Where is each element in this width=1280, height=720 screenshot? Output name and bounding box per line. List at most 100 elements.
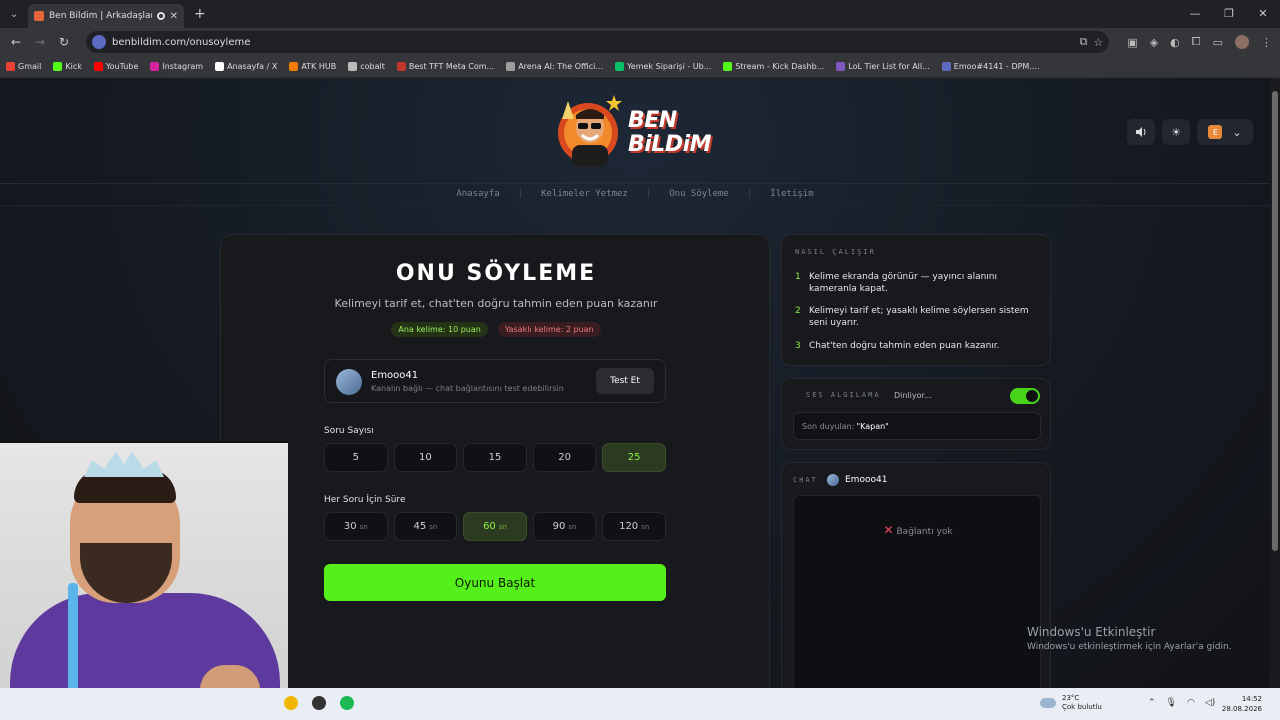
tray-chevron-up-icon[interactable]: ⌃ [1148, 698, 1156, 708]
app-taskbar-icon[interactable] [312, 696, 326, 710]
channel-name: Emooo41 [371, 370, 419, 381]
step-number: 2 [795, 306, 801, 316]
question-count-option[interactable]: 5 [324, 443, 388, 472]
nav-link-kelimeler-yetmez[interactable]: Kelimeler Yetmez [541, 189, 628, 199]
nav-link-home[interactable]: Anasayfa [456, 189, 499, 199]
error-x-icon: ✕ [883, 523, 894, 537]
extension-icon[interactable]: ◈ [1150, 36, 1158, 49]
chat-user-name: Emooo41 [845, 475, 888, 485]
bookmark-label: LoL Tier List for All... [848, 62, 930, 71]
question-count-option[interactable]: 25 [602, 443, 666, 472]
sun-icon: ☀ [1171, 125, 1181, 139]
cloud-icon [1040, 698, 1056, 708]
wifi-icon[interactable]: ◠ [1187, 698, 1195, 708]
side-panel-icon[interactable]: ▭ [1213, 36, 1223, 49]
how-step: 2 Kelimeyi tarif et; yasaklı kelime söyl… [795, 305, 1045, 329]
bookmark-label: cobalt [360, 62, 385, 71]
forward-arrow-icon[interactable]: → [32, 35, 48, 49]
time-option[interactable]: 30 sn [324, 512, 388, 541]
main-word-points-badge: Ana kelime: 10 puan [391, 322, 488, 337]
back-arrow-icon[interactable]: ← [8, 35, 24, 49]
time-option-value: 30 [343, 521, 357, 532]
question-count-option[interactable]: 20 [532, 443, 597, 472]
recording-indicator-icon [156, 12, 165, 20]
nav-separator: | [517, 189, 524, 199]
question-count-option[interactable]: 10 [393, 443, 458, 472]
bookmark-item[interactable]: Kick [53, 62, 82, 71]
site-info-icon[interactable] [92, 35, 106, 49]
time-option[interactable]: 60 sn [463, 512, 527, 541]
bookmark-item[interactable]: Anasayfa / X [215, 62, 277, 71]
extension-icon[interactable]: ◐ [1170, 36, 1180, 49]
bookmark-item[interactable]: Yemek Siparişi - Ub... [614, 62, 711, 71]
voice-detection-toggle[interactable] [1010, 388, 1040, 404]
time-option[interactable]: 45 sn [393, 512, 458, 541]
url-text[interactable]: benbildim.com/onusoyleme [112, 37, 1074, 48]
header-divider [0, 183, 1270, 184]
address-bar[interactable]: benbildim.com/onusoyleme ⧉ ☆ [86, 31, 1110, 53]
extension-icon[interactable]: ▣ [1127, 36, 1137, 49]
bookmark-item[interactable]: ATK HUB [289, 62, 336, 71]
time-option[interactable]: 120 sn [602, 512, 666, 541]
no-connection-text: Bağlantı yok [896, 527, 953, 537]
cast-icon[interactable]: ⧉ [1080, 35, 1088, 49]
scrollbar-thumb[interactable] [1272, 91, 1278, 551]
chat-messages-area[interactable]: ✕ Bağlantı yok [793, 495, 1041, 690]
bookmark-label: Best TFT Meta Com... [408, 62, 495, 71]
bookmarks-bar: Gmail Kick YouTube Instagram Anasayfa / X ATK… [0, 56, 1280, 78]
bookmark-item[interactable]: Gmail [6, 62, 41, 71]
tab-close-icon[interactable]: ✕ [170, 11, 178, 22]
time-per-question-options: 30 sn 45 sn 60 sn 90 sn 120 sn [324, 512, 666, 541]
tab-search-chevron-icon[interactable]: ⌄ [0, 0, 28, 28]
bookmark-label: YouTube [105, 62, 139, 71]
clock-time: 14:52 [1241, 695, 1262, 703]
minimize-icon[interactable]: — [1178, 0, 1212, 28]
user-menu-button[interactable]: E ⌄ [1197, 119, 1253, 145]
webcam-overlay [0, 441, 288, 720]
channel-status: Kanalın bağlı — chat bağlantısını test e… [371, 384, 564, 393]
reload-icon[interactable]: ↻ [56, 35, 72, 49]
taskbar-apps [284, 696, 354, 710]
taskbar-clock[interactable]: 14:52 28.08.2026 [1222, 694, 1262, 714]
last-heard-box: Son duyulan: "Kapan" [793, 412, 1041, 440]
browser-menu-icon[interactable]: ⋮ [1261, 36, 1272, 49]
new-tab-plus-icon[interactable]: + [194, 6, 206, 22]
time-option-unit: sn [641, 522, 650, 531]
bookmark-item[interactable]: LoL Tier List for All... [836, 62, 930, 71]
bookmark-item[interactable]: YouTube [93, 62, 139, 71]
bookmark-star-icon[interactable]: ☆ [1093, 36, 1103, 49]
weather-widget[interactable]: 23°C Çok bulutlu [1040, 694, 1102, 712]
system-tray: ⌃ 🎙 ◠ ◁) [1148, 698, 1215, 708]
spotify-taskbar-icon[interactable] [340, 696, 354, 710]
browser-nav-bar: ← → ↻ benbildim.com/onusoyleme ⧉ ☆ ▣ ◈ ◐… [0, 28, 1280, 56]
time-option-value: 120 [619, 521, 639, 532]
bookmark-item[interactable]: Arena AI: The Offici... [506, 62, 603, 71]
start-game-button[interactable]: Oyunu Başlat [324, 564, 666, 601]
time-option[interactable]: 90 sn [532, 512, 597, 541]
question-count-option[interactable]: 15 [463, 443, 527, 472]
channel-avatar [336, 369, 362, 395]
close-window-icon[interactable]: ✕ [1246, 0, 1280, 28]
theme-toggle-button[interactable]: ☀ [1162, 119, 1190, 145]
bookmark-item[interactable]: cobalt [348, 62, 385, 71]
profile-avatar[interactable] [1235, 35, 1249, 49]
bookmark-item[interactable]: Best TFT Meta Com... [396, 62, 495, 71]
test-connection-button[interactable]: Test Et [596, 368, 654, 394]
bookmark-label: Kick [65, 62, 82, 71]
bookmark-item[interactable]: Emoo#4141 - DPM.... [941, 62, 1040, 71]
page-scrollbar[interactable] [1270, 79, 1280, 690]
nav-link-iletisim[interactable]: İletişim [770, 189, 813, 199]
bookmark-item[interactable]: Stream - Kick Dashb... [723, 62, 824, 71]
restore-icon[interactable]: ❐ [1212, 0, 1246, 28]
microphone-icon[interactable]: 🎙 [1166, 698, 1177, 708]
browser-tab[interactable]: Ben Bildim | Arkadaşlarınla ✕ [28, 4, 184, 28]
step-number: 3 [795, 341, 801, 351]
time-per-question-label: Her Soru İçin Süre [324, 495, 406, 505]
extensions-puzzle-icon[interactable]: ⧠ [1192, 35, 1201, 49]
volume-icon[interactable]: ◁) [1205, 698, 1215, 708]
bookmark-item[interactable]: Instagram [150, 62, 203, 71]
chrome-taskbar-icon[interactable] [284, 696, 298, 710]
ben-bildim-logo[interactable]: BEN BiLDiM [548, 89, 718, 171]
sound-toggle-button[interactable] [1127, 119, 1155, 145]
nav-link-onu-soyleme[interactable]: Onu Söyleme [669, 189, 729, 199]
